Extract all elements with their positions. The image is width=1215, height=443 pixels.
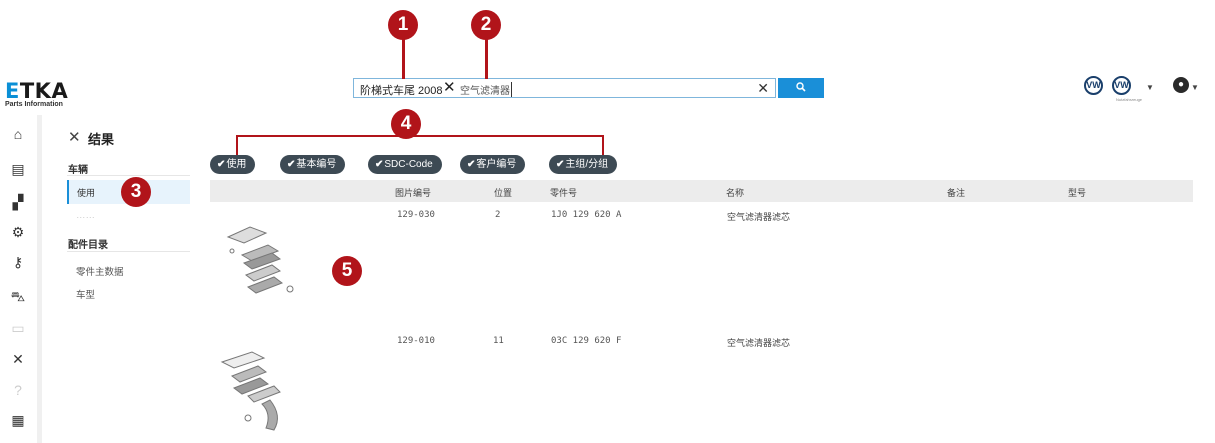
vw-commercial-logo[interactable]: VW	[1112, 76, 1131, 95]
part-name: 空气滤清器滤芯	[727, 212, 791, 222]
rail-scrollbar[interactable]	[37, 115, 42, 443]
callout-4-bracket	[236, 135, 604, 137]
search-button[interactable]	[778, 78, 824, 98]
col-name[interactable]: 名称	[726, 186, 744, 199]
search-bar[interactable]: 阶梯式车尾 2008 ✕ 空气滤清器 ✕	[353, 78, 776, 98]
user-icon[interactable]: ●	[1173, 77, 1189, 93]
filter-label: 基本编号	[296, 159, 337, 170]
clear-search-icon[interactable]: ✕	[757, 79, 769, 97]
check-icon: ✔	[467, 159, 476, 170]
callout-4-badge: 4	[391, 109, 421, 139]
search-input[interactable]: 空气滤清器	[460, 82, 512, 97]
vehicle-chip-close-icon[interactable]: ✕	[443, 79, 456, 97]
callout-4-bracket-right	[602, 135, 604, 155]
filter-label: 客户编号	[476, 159, 517, 170]
car-icon[interactable]: ⛍	[10, 288, 26, 304]
callout-1-line	[402, 35, 405, 79]
section-vehicle: 车辆	[68, 165, 88, 176]
check-icon: ✔	[375, 159, 384, 170]
filter-customer-number[interactable]: ✔客户编号	[460, 155, 526, 174]
check-icon: ✔	[287, 159, 296, 170]
col-model[interactable]: 型号	[1068, 186, 1086, 199]
tools-icon[interactable]: ✕	[10, 351, 26, 367]
results-table-header: 图片编号 位置 零件号 名称 备注 型号	[210, 180, 1193, 202]
qr-icon[interactable]: ▦	[10, 412, 26, 428]
callout-2-badge: 2	[471, 10, 501, 40]
settings-gear-icon[interactable]: ⚙	[10, 224, 26, 240]
position: 2	[495, 210, 501, 220]
brand-dropdown-icon[interactable]: ▼	[1146, 83, 1154, 92]
callout-1-badge: 1	[388, 10, 418, 40]
sidebar-item-model[interactable]: 车型	[76, 287, 95, 301]
parts-icon[interactable]: ▞	[10, 194, 26, 210]
callout-5-badge: 5	[332, 256, 362, 286]
check-icon: ✔	[217, 159, 226, 170]
part-name: 空气滤清器滤芯	[727, 338, 791, 348]
divider	[67, 175, 190, 176]
sidebar-item-hidden[interactable]: ……	[76, 210, 95, 221]
close-results-icon[interactable]: ✕	[68, 128, 81, 146]
callout-4-bracket-left	[236, 135, 238, 155]
left-nav-rail: ⌂ ▤ ▞ ⚙ ⚷ ⛍ ▭ ✕ ? ▦	[0, 116, 36, 443]
part-illustration-image[interactable]	[218, 344, 308, 434]
vw-brand-logo[interactable]: VW	[1084, 76, 1103, 95]
check-icon: ✔	[556, 159, 565, 170]
brand-caption: Nutzfahrzeuge	[1116, 97, 1143, 102]
filter-label: 主组/分组	[565, 159, 609, 170]
col-part-no[interactable]: 零件号	[550, 186, 577, 199]
callout-2-line	[485, 35, 488, 79]
home-icon[interactable]: ⌂	[10, 126, 26, 142]
col-position[interactable]: 位置	[494, 186, 512, 199]
filter-label: 使用	[226, 159, 247, 170]
etka-logo[interactable]: ETKA Parts Information	[5, 80, 68, 108]
image-no: 129-010	[397, 336, 435, 346]
position: 11	[493, 336, 504, 346]
part-no[interactable]: 03C 129 620 F	[551, 336, 621, 346]
user-dropdown-icon[interactable]: ▼	[1191, 83, 1199, 92]
results-title: 结果	[88, 132, 115, 147]
section-parts-catalog: 配件目录	[68, 240, 108, 251]
filter-base-number[interactable]: ✔基本编号	[280, 155, 346, 174]
help-icon[interactable]: ?	[10, 382, 26, 398]
sidebar-item-part-master[interactable]: 零件主数据	[76, 264, 124, 278]
document-icon[interactable]: ▭	[10, 320, 26, 336]
logo-text: TKA	[19, 79, 69, 103]
col-image-no[interactable]: 图片编号	[395, 186, 431, 199]
filter-sdc-code[interactable]: ✔SDC-Code	[368, 155, 442, 174]
catalog-icon[interactable]: ▤	[10, 161, 26, 177]
image-no: 129-030	[397, 210, 435, 220]
filter-label: SDC-Code	[384, 159, 433, 170]
part-no[interactable]: 1J0 129 620 A	[551, 210, 621, 220]
filter-main-sub-group[interactable]: ✔主组/分组	[549, 155, 618, 174]
col-note[interactable]: 备注	[947, 186, 965, 199]
search-icon	[796, 82, 806, 92]
logo-subtitle: Parts Information	[5, 101, 63, 108]
part-illustration-image[interactable]	[220, 217, 310, 307]
logo-e: E	[5, 79, 20, 103]
divider	[67, 251, 190, 252]
callout-3-badge: 3	[121, 177, 151, 207]
key-icon[interactable]: ⚷	[10, 254, 26, 270]
table-row[interactable]: 129-010 11 03C 129 620 F 空气滤清器滤芯	[212, 332, 1192, 440]
filter-usage[interactable]: ✔使用	[210, 155, 256, 174]
vehicle-chip-label: 阶梯式车尾 2008	[360, 85, 443, 97]
sidebar-item-label: 使用	[77, 188, 96, 198]
